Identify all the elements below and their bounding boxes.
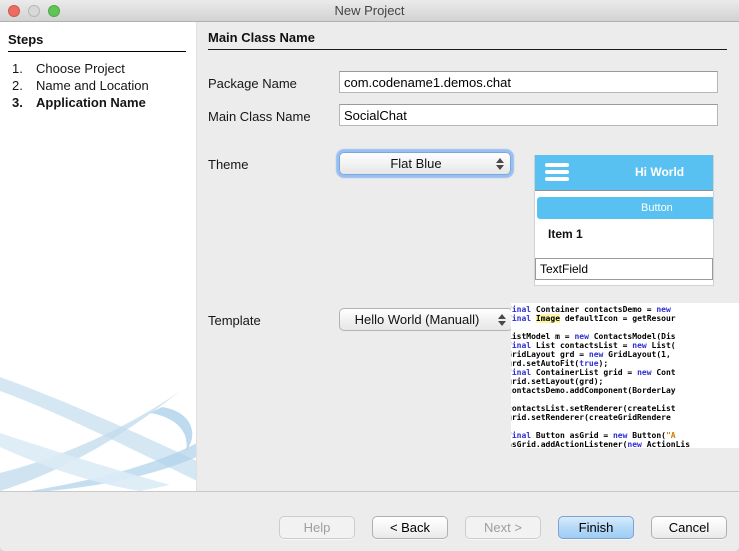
- step-label: Name and Location: [36, 77, 196, 94]
- step-item-1: 1.Choose Project: [0, 60, 196, 77]
- code-line: final List contactsList = new List(: [511, 341, 739, 350]
- step-number: 2.: [12, 77, 36, 94]
- titlebar: New Project: [0, 0, 739, 22]
- step-number: 1.: [12, 60, 36, 77]
- step-label: Choose Project: [36, 60, 196, 77]
- stepper-icon: [495, 157, 504, 171]
- help-button: Help: [279, 516, 355, 539]
- code-line: final Button asGrid = new Button("A: [511, 431, 739, 440]
- preview-button: Button: [537, 197, 713, 219]
- hamburger-menu-icon: [545, 163, 569, 184]
- theme-select[interactable]: Flat Blue: [339, 152, 511, 175]
- code-preview: final Container contactsDemo = new final…: [511, 303, 739, 448]
- code-line: GridLayout grd = new GridLayout(1,: [511, 350, 739, 359]
- preview-titlebar: Hi World: [535, 155, 713, 191]
- back-button[interactable]: < Back: [372, 516, 448, 539]
- cancel-button[interactable]: Cancel: [651, 516, 727, 539]
- code-line: [511, 323, 739, 332]
- window-title: New Project: [0, 0, 739, 22]
- code-line: final ContainerList grid = new Cont: [511, 368, 739, 377]
- code-line: asGrid.addActionListener(new ActionLis: [511, 440, 739, 448]
- preview-textfield: TextField: [535, 258, 713, 280]
- package-name-label: Package Name: [208, 76, 297, 91]
- footer: Help < Back Next > Finish Cancel: [0, 491, 739, 551]
- finish-button[interactable]: Finish: [558, 516, 634, 539]
- code-line: final Image defaultIcon = getResour: [511, 314, 739, 323]
- code-line: [511, 422, 739, 431]
- theme-label: Theme: [208, 157, 248, 172]
- new-project-dialog: New Project Steps 1.Choose Project2.Name…: [0, 0, 739, 551]
- main-panel: Main Class Name Package Name Main Class …: [198, 22, 739, 491]
- code-lines: final Container contactsDemo = new final…: [511, 305, 739, 448]
- steps-heading: Steps: [8, 32, 186, 52]
- step-number: 3.: [12, 94, 36, 111]
- main-class-name-label: Main Class Name: [208, 109, 311, 124]
- code-line: grid.setLayout(grd);: [511, 377, 739, 386]
- main-class-name-input[interactable]: [339, 104, 718, 126]
- template-label: Template: [208, 313, 261, 328]
- template-select-value: Hello World (Manuall): [355, 312, 480, 327]
- step-item-3: 3.Application Name: [0, 94, 196, 111]
- package-name-input[interactable]: [339, 71, 718, 93]
- code-line: final Container contactsDemo = new: [511, 305, 739, 314]
- step-label: Application Name: [36, 94, 196, 111]
- code-line: grid.setRenderer(createGridRendere: [511, 413, 739, 422]
- theme-preview: Hi World Button Item 1 TextField: [534, 155, 714, 286]
- footer-buttons: Help < Back Next > Finish Cancel: [279, 516, 727, 539]
- code-line: contactsList.setRenderer(createList: [511, 404, 739, 413]
- step-item-2: 2.Name and Location: [0, 77, 196, 94]
- code-line: ListModel m = new ContactsModel(Dis: [511, 332, 739, 341]
- code-line: grd.setAutoFit(true);: [511, 359, 739, 368]
- code-line: [511, 395, 739, 404]
- steps-sidebar: Steps 1.Choose Project2.Name and Locatio…: [0, 22, 197, 491]
- next-button: Next >: [465, 516, 541, 539]
- stepper-icon: [497, 313, 506, 327]
- theme-select-value: Flat Blue: [390, 156, 441, 171]
- preview-title: Hi World: [635, 155, 684, 190]
- steps-list: 1.Choose Project2.Name and Location3.App…: [0, 60, 196, 111]
- template-select[interactable]: Hello World (Manuall): [339, 308, 513, 331]
- watermark-swoosh-graphic: [0, 373, 197, 491]
- code-line: contactsDemo.addComponent(BorderLay: [511, 386, 739, 395]
- page-title: Main Class Name: [208, 30, 727, 50]
- preview-list-item: Item 1: [548, 227, 583, 241]
